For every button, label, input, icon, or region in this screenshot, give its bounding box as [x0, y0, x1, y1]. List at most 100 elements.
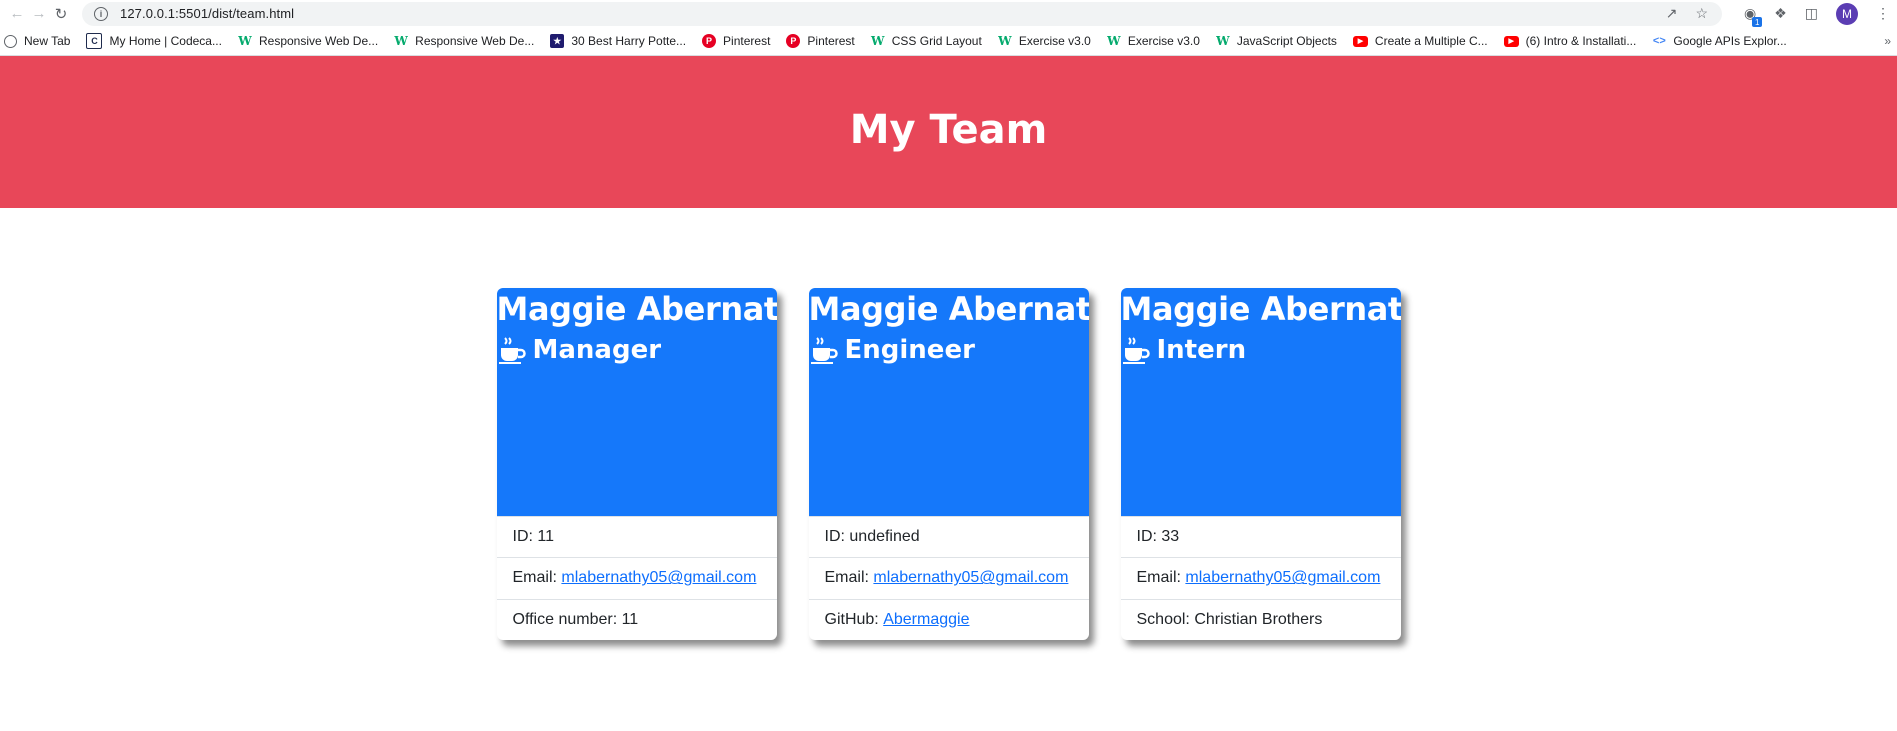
bookmark-item[interactable]: ▶ Create a Multiple C... [1352, 34, 1488, 48]
w3schools-icon: W [394, 34, 408, 48]
card-header: Maggie Abernathy Engineer [808, 288, 1089, 516]
bookmark-label: Exercise v3.0 [1127, 34, 1200, 48]
github-prefix: GitHub: [824, 610, 884, 628]
employee-id: ID: 33 [1120, 517, 1401, 559]
harry-potter-icon: ★ [550, 34, 565, 48]
employee-name: Maggie Abernathy [496, 290, 777, 328]
details-list: ID: 11 Email: mlabernathy05@gmail.com Of… [496, 516, 777, 640]
email-prefix: Email: [824, 569, 874, 587]
forward-arrow-icon[interactable]: → [28, 3, 50, 25]
w3schools-icon: W [998, 34, 1012, 48]
coffee-mug-icon [810, 337, 838, 364]
employee-card-engineer: Maggie Abernathy Engineer ID: undefined … [808, 288, 1089, 640]
employee-role: Intern [1121, 330, 1401, 370]
bookmark-item[interactable]: W Responsive Web De... [238, 34, 378, 48]
team-cards: Maggie Abernathy Manager ID: 11 Email: m… [0, 288, 1897, 640]
card-header: Maggie Abernathy Intern [1120, 288, 1401, 516]
google-apis-icon: <> [1652, 35, 1666, 47]
bookmarks-overflow-chevron-icon[interactable]: » [1884, 34, 1891, 48]
bookmark-label: Create a Multiple C... [1374, 34, 1488, 48]
bookmark-star-icon[interactable]: ☆ [1695, 5, 1708, 22]
bookmark-label: Responsive Web De... [258, 34, 379, 48]
page-header: My Team [0, 56, 1897, 208]
bookmark-item[interactable]: P Pinterest [786, 34, 855, 48]
bookmark-item[interactable]: W JavaScript Objects [1216, 34, 1337, 48]
youtube-icon: ▶ [1352, 35, 1368, 47]
bookmark-item[interactable]: W Exercise v3.0 [998, 34, 1091, 48]
bookmarks-bar: New Tab C My Home | Codeca... W Responsive… [0, 27, 1897, 56]
employee-id: ID: 11 [496, 517, 777, 559]
email-link[interactable]: mlabernathy05@gmail.com [1185, 569, 1380, 587]
bookmark-label: Responsive Web De... [415, 34, 535, 48]
github-row: GitHub: Abermaggie [809, 600, 1089, 640]
bookmark-label: (6) Intro & Installati... [1525, 34, 1637, 48]
bookmark-item[interactable]: <> Google APIs Explor... [1652, 34, 1787, 48]
details-list: ID: undefined Email: mlabernathy05@gmail… [808, 516, 1089, 640]
employee-card-manager: Maggie Abernathy Manager ID: 11 Email: m… [496, 288, 777, 640]
email-prefix: Email: [512, 569, 562, 587]
extension-badge: 1 [1752, 17, 1763, 27]
pinterest-icon: P [786, 34, 801, 48]
employee-role-label: Intern [1156, 335, 1247, 365]
browser-toolbar: ← → ↻ i 127.0.0.1:5501/dist/team.html ↗ … [0, 0, 1897, 27]
bookmark-label: JavaScript Objects [1236, 34, 1337, 48]
school: School: Christian Brothers [1136, 610, 1323, 628]
email-link[interactable]: mlabernathy05@gmail.com [561, 569, 756, 587]
bookmark-item[interactable]: W Exercise v3.0 [1107, 34, 1200, 48]
coffee-mug-icon [498, 337, 526, 364]
bookmark-item[interactable]: ▶ (6) Intro & Installati... [1503, 34, 1637, 48]
puzzle-extensions-icon[interactable]: ❖ [1774, 5, 1787, 22]
bookmark-item[interactable]: ★ 30 Best Harry Potte... [550, 34, 686, 48]
employee-name: Maggie Abernathy [808, 290, 1089, 328]
profile-avatar[interactable]: M [1836, 2, 1859, 25]
employee-role-label: Manager [532, 335, 662, 365]
share-icon[interactable]: ↗ [1666, 5, 1678, 22]
w3schools-icon: W [1107, 34, 1121, 48]
github-link[interactable]: Abermaggie [883, 611, 969, 629]
bookmark-label: Pinterest [807, 34, 855, 48]
codecademy-icon: C [86, 33, 103, 49]
address-bar[interactable]: i 127.0.0.1:5501/dist/team.html ↗ ☆ [82, 1, 1722, 26]
employee-email-row: Email: mlabernathy05@gmail.com [1120, 558, 1401, 600]
reload-icon[interactable]: ↻ [50, 3, 72, 25]
bookmark-label: New Tab [24, 34, 71, 48]
bookmark-item[interactable]: W Responsive Web De... [394, 34, 534, 48]
page-title: My Team [849, 107, 1048, 153]
bookmark-item[interactable]: New Tab [4, 34, 70, 48]
employee-role: Manager [497, 330, 777, 370]
bookmark-item[interactable]: W CSS Grid Layout [871, 34, 982, 48]
globe-icon [4, 34, 17, 48]
bookmark-label: 30 Best Harry Potte... [571, 34, 687, 48]
employee-email-row: Email: mlabernathy05@gmail.com [496, 558, 777, 600]
employee-name: Maggie Abernathy [1120, 290, 1401, 328]
employee-email-row: Email: mlabernathy05@gmail.com [808, 558, 1089, 600]
site-info-icon[interactable]: i [94, 6, 108, 21]
bookmark-label: Exercise v3.0 [1018, 34, 1091, 48]
extension-icon[interactable]: ◉ 1 [1744, 5, 1763, 27]
bookmark-label: CSS Grid Layout [891, 34, 982, 48]
w3schools-icon: W [871, 34, 885, 48]
bookmark-label: Pinterest [723, 34, 771, 48]
email-prefix: Email: [1136, 569, 1186, 587]
side-panel-icon[interactable]: ◫ [1805, 5, 1818, 22]
details-list: ID: 33 Email: mlabernathy05@gmail.com Sc… [1120, 516, 1401, 640]
w3schools-icon: W [1216, 34, 1230, 48]
employee-id: ID: undefined [808, 517, 1089, 559]
employee-role-label: Engineer [844, 335, 975, 365]
card-header: Maggie Abernathy Manager [496, 288, 777, 516]
email-link[interactable]: mlabernathy05@gmail.com [873, 569, 1068, 587]
coffee-mug-icon [1122, 337, 1150, 364]
pinterest-icon: P [702, 34, 717, 48]
bookmark-label: My Home | Codeca... [109, 34, 222, 48]
bookmark-label: Google APIs Explor... [1673, 34, 1787, 48]
employee-role: Engineer [809, 330, 1089, 370]
office-number: Office number: 11 [512, 610, 639, 628]
back-arrow-icon[interactable]: ← [6, 3, 28, 25]
bookmark-item[interactable]: P Pinterest [702, 34, 770, 48]
address-url[interactable]: 127.0.0.1:5501/dist/team.html [120, 6, 294, 21]
menu-kebab-icon[interactable]: ⋮ [1876, 5, 1890, 22]
bookmark-item[interactable]: C My Home | Codeca... [86, 33, 222, 49]
w3schools-icon: W [238, 34, 252, 48]
youtube-icon: ▶ [1503, 35, 1519, 47]
employee-card-intern: Maggie Abernathy Intern ID: 33 Email: ml… [1120, 288, 1401, 640]
